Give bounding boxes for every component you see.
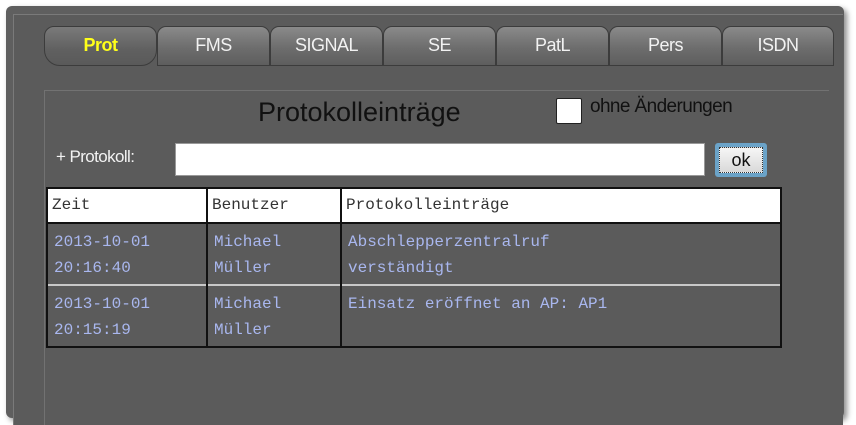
tab-patl[interactable]: PatL <box>496 26 609 66</box>
tab-pers[interactable]: Pers <box>609 26 722 66</box>
tab-signal[interactable]: SIGNAL <box>270 26 383 66</box>
cell-user-last: Müller <box>214 259 272 277</box>
row-divider <box>48 284 780 286</box>
cell-date: 2013-10-01 <box>54 295 151 313</box>
no-changes-label: ohne Änderungen <box>590 96 733 117</box>
cell-user-last: Müller <box>214 321 272 339</box>
cell-time: 20:16:40 <box>54 259 131 277</box>
protocol-table: Zeit Benutzer Protokolleinträge 2013-10-… <box>46 187 782 348</box>
column-header-benutzer[interactable]: Benutzer <box>208 189 340 222</box>
panel-title: Protokolleinträge <box>258 97 461 127</box>
column-header-zeit[interactable]: Zeit <box>48 189 206 222</box>
cell-time: 20:15:19 <box>54 321 131 339</box>
cell-entry-line2: verständigt <box>348 259 454 277</box>
cell-user-first: Michael <box>214 295 282 313</box>
header-divider <box>48 222 780 224</box>
no-changes-checkbox[interactable] <box>556 98 582 124</box>
cell-date: 2013-10-01 <box>54 233 151 251</box>
ok-button[interactable]: ok <box>715 143 767 177</box>
cell-entry-line1: Einsatz eröffnet an AP: AP1 <box>348 295 608 313</box>
ok-button-label: ok <box>719 147 763 173</box>
protocol-label: + Protokoll: <box>56 147 135 166</box>
tab-fms[interactable]: FMS <box>157 26 270 66</box>
tab-se[interactable]: SE <box>383 26 496 66</box>
cell-entry-line1: Abschlepperzentralruf <box>348 233 550 251</box>
tab-bar: Prot FMS SIGNAL SE PatL Pers ISDN <box>44 26 836 66</box>
tab-prot[interactable]: Prot <box>44 26 157 66</box>
tab-isdn[interactable]: ISDN <box>722 26 834 66</box>
cell-user-first: Michael <box>214 233 282 251</box>
protocol-input[interactable] <box>175 143 705 176</box>
column-header-eintraege[interactable]: Protokolleinträge <box>342 189 780 222</box>
